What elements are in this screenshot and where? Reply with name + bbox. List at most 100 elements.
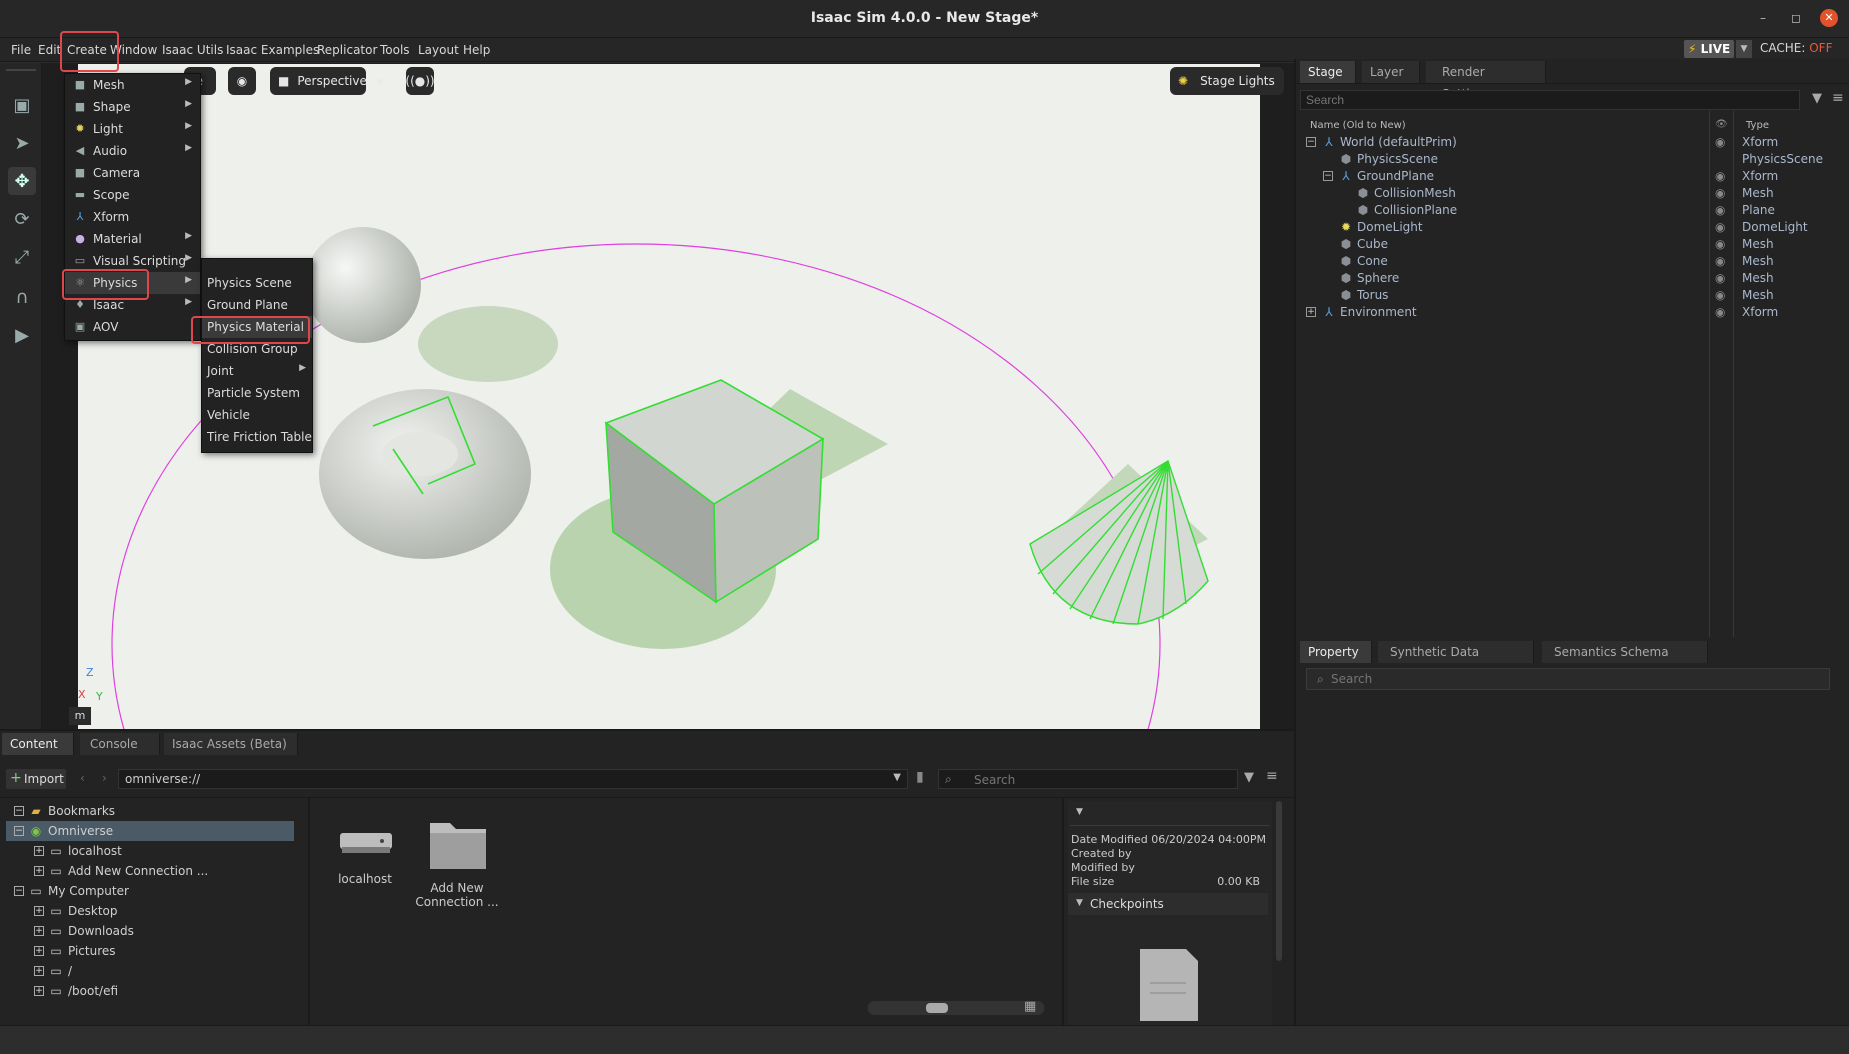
content-tree-row[interactable]: + ▭ localhost bbox=[6, 841, 296, 861]
import-button[interactable]: + Import bbox=[6, 769, 66, 789]
tab-render-settings[interactable]: Render Settings bbox=[1426, 61, 1546, 101]
splitter[interactable] bbox=[308, 797, 310, 1027]
menu-file[interactable]: File bbox=[8, 41, 34, 59]
camera-button[interactable]: ■ Perspective bbox=[270, 67, 367, 95]
chevron-down-icon[interactable]: ▼ bbox=[893, 772, 901, 783]
eye-icon[interactable]: ◉ bbox=[1715, 220, 1725, 234]
menu-help[interactable]: Help bbox=[460, 41, 493, 59]
column-header-type[interactable]: Type bbox=[1746, 120, 1769, 131]
details-scrollbar[interactable] bbox=[1276, 801, 1282, 961]
content-tree-row[interactable]: − ▰ Bookmarks bbox=[6, 801, 296, 821]
maximize-button[interactable]: ◻ bbox=[1787, 9, 1805, 27]
physics-submenu-item-vehicle[interactable]: Vehicle bbox=[202, 404, 312, 426]
eye-icon[interactable]: ◉ bbox=[1715, 169, 1725, 183]
tab-property[interactable]: Property bbox=[1300, 641, 1372, 663]
create-menu-item-light[interactable]: ✹ Light ▶ bbox=[65, 118, 200, 140]
filter-icon[interactable]: ▼ bbox=[1812, 91, 1822, 106]
menu-replicator[interactable]: Replicator bbox=[314, 41, 380, 59]
content-tree-row[interactable]: + ▭ Pictures bbox=[6, 941, 296, 961]
content-tree-row[interactable]: + ▭ /boot/efi bbox=[6, 981, 296, 1001]
tab-isaac-assets[interactable]: Isaac Assets (Beta) bbox=[164, 733, 298, 755]
content-tree-row[interactable]: + ▭ / bbox=[6, 961, 296, 981]
create-menu-item-camera[interactable]: ■ Camera bbox=[65, 162, 200, 184]
chevron-down-icon[interactable]: ▼ bbox=[1076, 807, 1083, 817]
menu-isaac-utils[interactable]: Isaac Utils bbox=[159, 41, 226, 59]
create-menu-item-audio[interactable]: ◀ Audio ▶ bbox=[65, 140, 200, 162]
cache-status[interactable]: CACHE: OFF bbox=[1760, 41, 1832, 55]
snap-magnet-icon[interactable]: ∩ bbox=[8, 283, 36, 311]
move-tool-icon[interactable]: ✥ bbox=[8, 167, 36, 195]
collapse-icon[interactable]: − bbox=[1323, 171, 1333, 181]
menu-tools[interactable]: Tools bbox=[377, 41, 413, 59]
expand-toolbar-button[interactable]: » bbox=[372, 67, 388, 95]
content-search-box[interactable]: ⌕ bbox=[938, 769, 1238, 789]
create-menu-item-aov[interactable]: ▣ AOV bbox=[65, 316, 200, 338]
tab-console[interactable]: Console bbox=[80, 733, 160, 755]
eye-icon[interactable]: ◉ bbox=[1715, 271, 1725, 285]
create-menu-item-xform[interactable]: ⅄ Xform bbox=[65, 206, 200, 228]
tab-content[interactable]: Content bbox=[2, 733, 74, 755]
forward-arrow-icon[interactable]: › bbox=[102, 771, 107, 785]
live-button[interactable]: ⚡ LIVE bbox=[1684, 40, 1735, 58]
physics-submenu-item-physics-scene[interactable]: Physics Scene bbox=[202, 272, 312, 294]
content-search-input[interactable] bbox=[974, 772, 1224, 788]
units-button[interactable]: m bbox=[69, 707, 91, 725]
expand-icon[interactable]: + bbox=[34, 846, 44, 856]
eye-icon[interactable]: ◉ bbox=[1715, 186, 1725, 200]
content-tree-row[interactable]: − ▭ My Computer bbox=[6, 881, 296, 901]
scale-tool-icon[interactable]: ⤢ bbox=[8, 243, 36, 271]
eye-icon[interactable]: ◉ bbox=[1715, 288, 1725, 302]
zoom-slider[interactable] bbox=[868, 1001, 1044, 1015]
tab-synthetic-data-recorder[interactable]: Synthetic Data Recorder bbox=[1378, 641, 1534, 681]
select-arrow-icon[interactable]: ➤ bbox=[8, 129, 36, 157]
physics-submenu-item-joint[interactable]: Joint ▶ bbox=[202, 360, 312, 382]
eye-icon[interactable]: ◉ bbox=[1715, 237, 1725, 251]
property-search-input[interactable] bbox=[1331, 671, 1811, 687]
live-dropdown-button[interactable]: ▼ bbox=[1736, 40, 1752, 58]
grid-item-localhost[interactable]: localhost bbox=[330, 821, 400, 901]
close-button[interactable]: ✕ bbox=[1820, 9, 1838, 27]
path-field[interactable]: omniverse:// ▼ bbox=[118, 769, 908, 789]
physics-submenu-item-tire-friction-table[interactable]: Tire Friction Table bbox=[202, 426, 312, 448]
collapse-icon[interactable]: − bbox=[14, 826, 24, 836]
hamburger-menu-icon[interactable]: ≡ bbox=[1832, 90, 1844, 106]
content-tree-row[interactable]: + ▭ Downloads bbox=[6, 921, 296, 941]
expand-icon[interactable]: + bbox=[34, 926, 44, 936]
stage-lights-button[interactable]: ✺ Stage Lights bbox=[1170, 67, 1284, 95]
expand-icon[interactable]: + bbox=[34, 946, 44, 956]
physics-submenu-item-ground-plane[interactable]: Ground Plane bbox=[202, 294, 312, 316]
filter-icon[interactable]: ▼ bbox=[1244, 770, 1254, 785]
property-search-box[interactable]: ⌕ bbox=[1306, 668, 1830, 690]
expand-icon[interactable]: + bbox=[1306, 307, 1316, 317]
hamburger-menu-icon[interactable]: ≡ bbox=[1266, 768, 1278, 784]
content-tree-row[interactable]: + ▭ Add New Connection ... bbox=[6, 861, 296, 881]
zoom-slider-handle[interactable] bbox=[926, 1003, 948, 1013]
grid-view-icon[interactable]: ▦ bbox=[1024, 999, 1036, 1014]
collapse-icon[interactable]: − bbox=[14, 806, 24, 816]
eye-icon[interactable]: ◉ bbox=[1715, 254, 1725, 268]
stage-tree-row[interactable]: + ⅄ Environment ◉ Xform bbox=[1296, 302, 1846, 322]
minimize-button[interactable]: – bbox=[1754, 9, 1772, 27]
audio-button[interactable]: ((●)) bbox=[405, 67, 435, 95]
collapse-icon[interactable]: − bbox=[1306, 137, 1316, 147]
tab-semantics-schema-editor[interactable]: Semantics Schema Editor bbox=[1542, 641, 1708, 681]
visibility-button[interactable]: ◉ bbox=[228, 67, 256, 95]
select-mode-icon[interactable]: ▣ bbox=[8, 91, 36, 119]
menu-isaac-examples[interactable]: Isaac Examples bbox=[223, 41, 322, 59]
create-menu-item-mesh[interactable]: ■ Mesh ▶ bbox=[65, 74, 200, 96]
play-icon[interactable]: ▶ bbox=[8, 321, 36, 349]
bookmark-icon[interactable]: ▮ bbox=[916, 769, 924, 785]
create-menu-item-scope[interactable]: ▬ Scope bbox=[65, 184, 200, 206]
create-menu-item-material[interactable]: ● Material ▶ bbox=[65, 228, 200, 250]
create-menu-item-shape[interactable]: ■ Shape ▶ bbox=[65, 96, 200, 118]
stage-search-input[interactable] bbox=[1300, 90, 1800, 110]
content-tree-row[interactable]: + ▭ Desktop bbox=[6, 901, 296, 921]
eye-icon[interactable]: ◉ bbox=[1715, 203, 1725, 217]
menu-layout[interactable]: Layout bbox=[415, 41, 462, 59]
content-tree-row[interactable]: − ◉ Omniverse bbox=[6, 821, 294, 841]
collapse-icon[interactable]: − bbox=[14, 886, 24, 896]
physics-submenu-item-particle-system[interactable]: Particle System bbox=[202, 382, 312, 404]
column-header-name[interactable]: Name (Old to New) bbox=[1310, 120, 1406, 131]
eye-icon[interactable]: ◉ bbox=[1715, 305, 1725, 319]
checkpoints-header[interactable]: ▼ Checkpoints bbox=[1068, 893, 1268, 915]
